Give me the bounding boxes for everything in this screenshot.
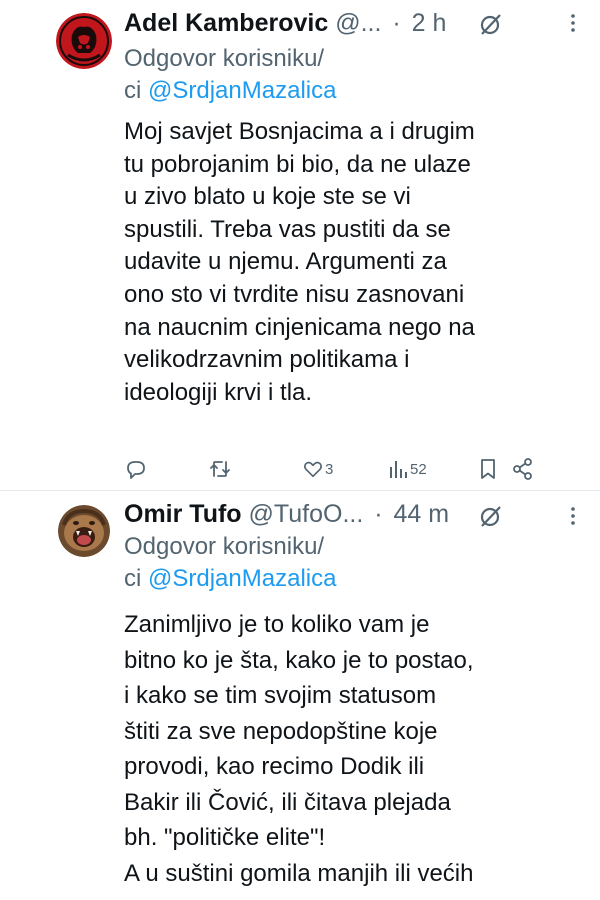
reply-to-prefix: ci (124, 77, 142, 104)
body-line: Zanimljivo je to koliko vam je (124, 611, 430, 638)
body-line: provodi, kao recimo Dodik ili (124, 753, 425, 780)
body-line: Bakir ili Čović, ili čitava plejada (124, 788, 451, 816)
more-vertical-icon[interactable] (566, 12, 580, 34)
view-count: 52 (410, 460, 427, 478)
separator: · (374, 500, 383, 528)
body-line: štiti za sve nepodopštine koje (124, 717, 438, 745)
tweet-body: Moj savjet Bosnjacima a i drugim tu pobr… (124, 116, 574, 409)
heart-icon (304, 461, 322, 478)
views-button[interactable]: 52 (388, 454, 427, 484)
body-line: bitno ko je šta, kako je to postao, (124, 646, 474, 674)
avatar[interactable] (56, 13, 112, 69)
avatar[interactable] (58, 505, 110, 557)
more-vertical-icon[interactable] (566, 505, 580, 527)
views-bar-icon (390, 461, 407, 478)
author-name[interactable]: Omir Tufo (124, 500, 242, 528)
grok-slash-icon[interactable] (478, 11, 504, 37)
reply-context: Odgovor korisniku/ ci @SrdjanMazalica (124, 531, 336, 595)
body-line: bh. "političke elite"! (124, 824, 326, 851)
action-bar: 3 52 (124, 454, 544, 484)
grok-slash-icon[interactable] (478, 503, 504, 529)
reply-context: Odgovor korisniku/ ci @SrdjanMazalica (124, 43, 336, 107)
avatar-red-logo-icon (56, 13, 112, 69)
body-line: A u suštini gomila manjih ili većih (124, 859, 474, 887)
bookmark-icon (481, 459, 495, 479)
avatar-animal-photo-icon (58, 505, 110, 557)
body-line: tu pobrojanim bi bio, da ne ulaze (124, 150, 471, 178)
body-line: velikodrzavnim politikama i (124, 346, 410, 374)
reply-to-label: Odgovor korisniku/ (124, 45, 325, 72)
reply-to-mention[interactable]: @SrdjanMazalica (148, 565, 336, 592)
body-line: i kako se tim svojim statusom (124, 682, 437, 709)
tweet-header: Adel Kamberovic @... · 2 h (124, 6, 572, 40)
retweet-button[interactable] (208, 454, 232, 484)
body-line: Moj savjet Bosnjacima a i drugim (124, 118, 475, 145)
reply-to-prefix: ci (124, 565, 142, 592)
like-button[interactable]: 3 (302, 454, 333, 484)
reply-to-label: Odgovor korisniku/ (124, 533, 325, 560)
reply-button[interactable] (124, 454, 148, 484)
body-line: na naucnim cinjenicama nego na (124, 313, 475, 341)
comment-icon (127, 461, 145, 479)
body-line: udavite u njemu. Argumenti za (124, 248, 447, 276)
share-button[interactable] (512, 454, 534, 484)
share-icon (513, 458, 532, 480)
body-line: ideologiji krvi i tla. (124, 378, 313, 406)
bookmark-button[interactable] (478, 454, 498, 484)
tweet-header: Omir Tufo @TufoO... · 44 m (124, 497, 572, 531)
retweet-icon (210, 461, 230, 477)
author-handle[interactable]: @... (335, 9, 381, 37)
separator: · (392, 9, 401, 37)
timestamp[interactable]: 2 h (412, 9, 447, 37)
reply-to-mention[interactable]: @SrdjanMazalica (148, 77, 336, 104)
body-line: u zivo blato u koje ste se vi (124, 183, 411, 211)
tweet-1[interactable]: Adel Kamberovic @... · 2 h Odgovor koris… (0, 0, 600, 491)
like-count: 3 (325, 460, 334, 478)
tweet-2[interactable]: Omir Tufo @TufoO... · 44 m Odgovor koris… (0, 491, 600, 900)
body-line: spustili. Treba vas pustiti da se (124, 215, 451, 243)
body-line: ono sto vi tvrdite nisu zasnovani (124, 280, 465, 308)
tweet-body: Zanimljivo je to koliko vam je bitno ko … (124, 607, 574, 891)
timestamp[interactable]: 44 m (394, 500, 450, 528)
author-handle[interactable]: @TufoO... (249, 500, 364, 528)
author-name[interactable]: Adel Kamberovic (124, 9, 328, 37)
